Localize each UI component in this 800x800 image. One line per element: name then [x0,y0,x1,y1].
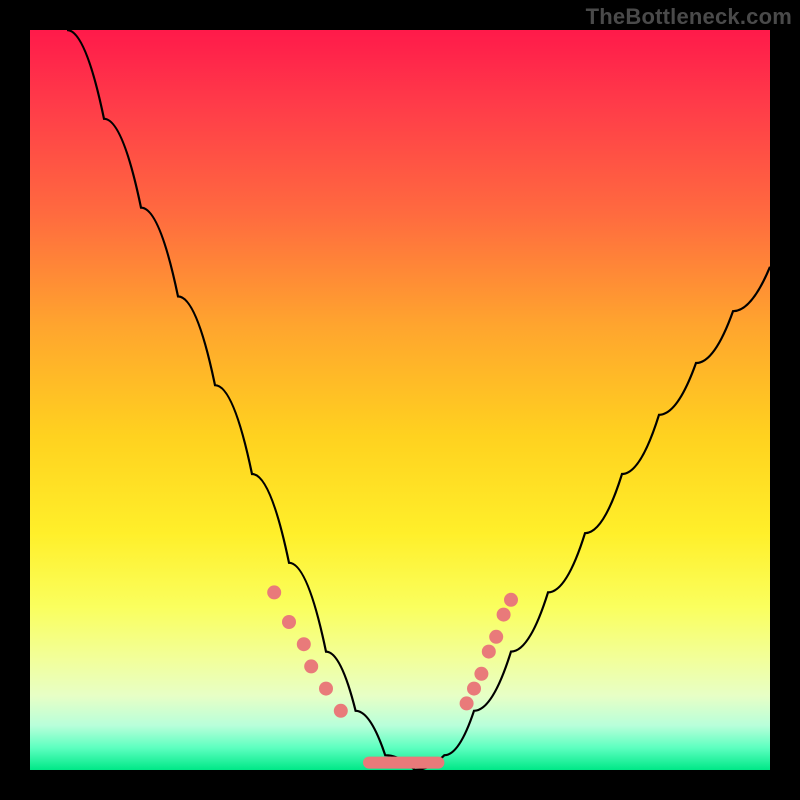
curve-marker [489,630,503,644]
curve-marker [334,704,348,718]
chart-frame: TheBottleneck.com [0,0,800,800]
watermark-text: TheBottleneck.com [586,4,792,30]
curve-marker [504,593,518,607]
curve-marker [497,608,511,622]
curve-layer [30,30,770,770]
markers-left-group [267,585,348,717]
curve-marker [297,637,311,651]
curve-marker [267,585,281,599]
curve-marker [482,645,496,659]
bottleneck-curve-path [67,30,770,770]
markers-right-group [460,593,518,711]
curve-marker [467,682,481,696]
flat-segment-bar [363,757,444,769]
curve-marker [474,667,488,681]
curve-marker [460,696,474,710]
curve-marker [282,615,296,629]
plot-area [30,30,770,770]
curve-marker [304,659,318,673]
curve-marker [319,682,333,696]
